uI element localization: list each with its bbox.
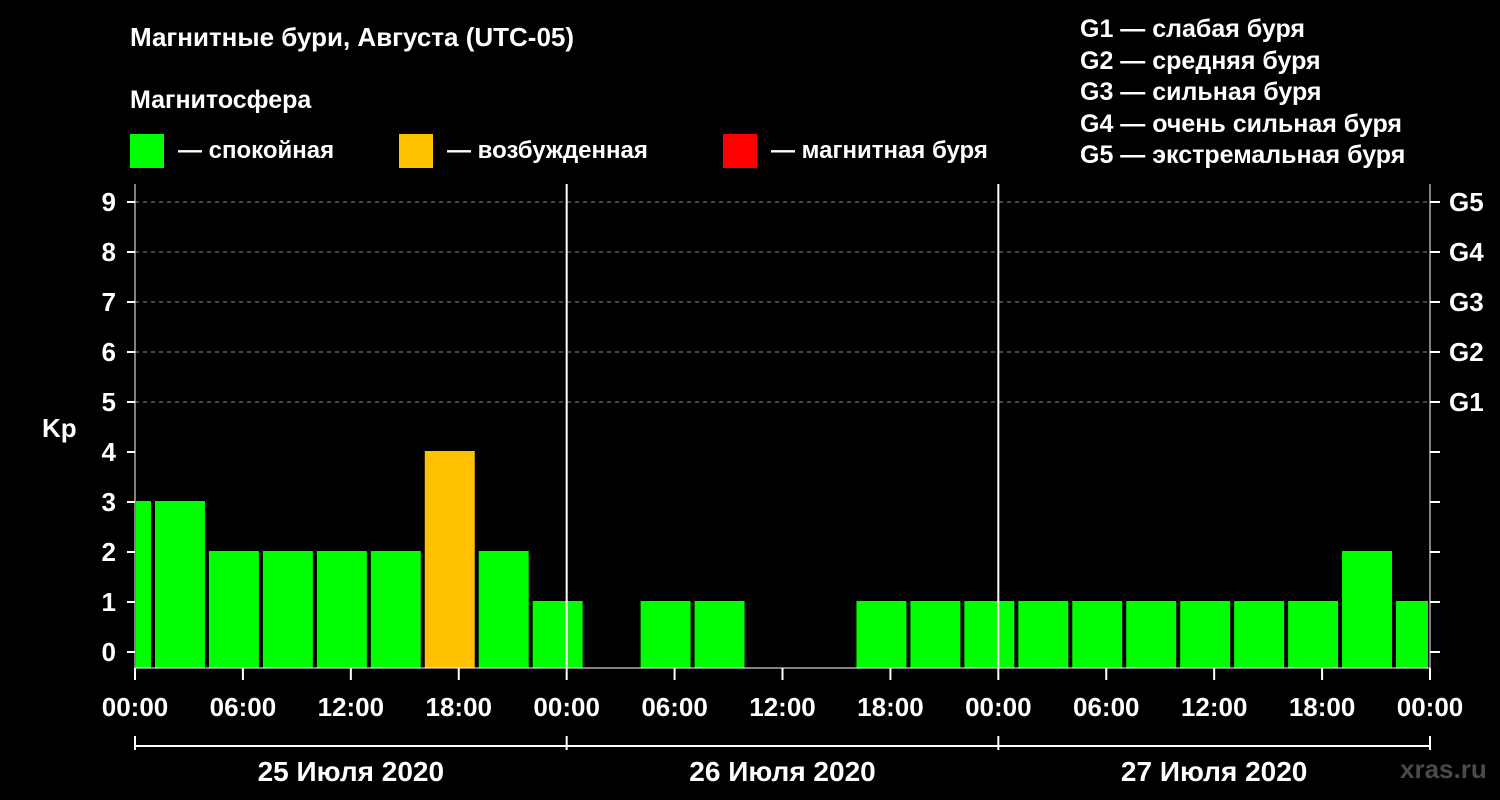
- x-tick-label-3: 18:00: [426, 692, 493, 722]
- y-tick-label-5: 5: [102, 387, 116, 417]
- kp-bar-19: [1126, 601, 1177, 668]
- kp-bar-20: [1180, 601, 1231, 668]
- right-tick-label-G4: G4: [1449, 237, 1484, 267]
- x-tick-label-11: 18:00: [1289, 692, 1356, 722]
- y-tick-label-6: 6: [102, 337, 116, 367]
- x-tick-label-10: 12:00: [1181, 692, 1248, 722]
- kp-bar-16: [964, 601, 1015, 668]
- kp-bar-7: [478, 551, 529, 668]
- kp-bar-2: [208, 551, 259, 668]
- day-label-2: 26 Июля 2020: [689, 756, 875, 787]
- y-tick-label-3: 3: [102, 487, 116, 517]
- x-tick-label-2: 12:00: [318, 692, 385, 722]
- y-tick-label-2: 2: [102, 537, 116, 567]
- right-tick-label-G5: G5: [1449, 187, 1484, 217]
- y-axis-label: Kp: [42, 413, 77, 443]
- x-tick-label-1: 06:00: [210, 692, 277, 722]
- x-tick-label-0: 00:00: [102, 692, 169, 722]
- x-tick-label-12: 00:00: [1397, 692, 1464, 722]
- kp-bar-1: [154, 501, 205, 668]
- right-tick-label-G1: G1: [1449, 387, 1484, 417]
- right-tick-label-G2: G2: [1449, 337, 1484, 367]
- x-tick-label-8: 00:00: [965, 692, 1032, 722]
- kp-bar-15: [910, 601, 961, 668]
- kp-bar-10: [640, 601, 691, 668]
- kp-bar-14: [856, 601, 907, 668]
- watermark: xras.ru: [1400, 754, 1487, 784]
- x-tick-label-9: 06:00: [1073, 692, 1140, 722]
- kp-bar-18: [1072, 601, 1123, 668]
- kp-bar-0: [136, 501, 151, 668]
- y-tick-label-8: 8: [102, 237, 116, 267]
- kp-bar-24: [1396, 601, 1428, 668]
- kp-bar-6: [424, 451, 475, 668]
- day-label-3: 27 Июля 2020: [1121, 756, 1307, 787]
- y-tick-label-9: 9: [102, 187, 116, 217]
- kp-bar-4: [316, 551, 367, 668]
- kp-bar-3: [262, 551, 313, 668]
- x-tick-label-4: 00:00: [533, 692, 600, 722]
- x-tick-label-5: 06:00: [641, 692, 708, 722]
- kp-bar-17: [1018, 601, 1069, 668]
- kp-bar-23: [1342, 551, 1393, 668]
- x-tick-label-7: 18:00: [857, 692, 924, 722]
- y-tick-label-1: 1: [102, 587, 116, 617]
- kp-bar-5: [370, 551, 421, 668]
- y-tick-label-0: 0: [102, 637, 116, 667]
- kp-bar-8: [532, 601, 583, 668]
- y-tick-label-7: 7: [102, 287, 116, 317]
- x-tick-label-6: 12:00: [749, 692, 816, 722]
- day-label-1: 25 Июля 2020: [258, 756, 444, 787]
- kp-chart: 0 1 2 3 4 5 6 7 8 9 Kp G1 G2 G3 G4 G5 00:00 06:00 12:00 18:…: [42, 184, 1484, 787]
- kp-bar-11: [694, 601, 745, 668]
- kp-bar-21: [1234, 601, 1285, 668]
- y-tick-label-4: 4: [102, 437, 117, 467]
- kp-bar-22: [1288, 601, 1339, 668]
- right-tick-label-G3: G3: [1449, 287, 1484, 317]
